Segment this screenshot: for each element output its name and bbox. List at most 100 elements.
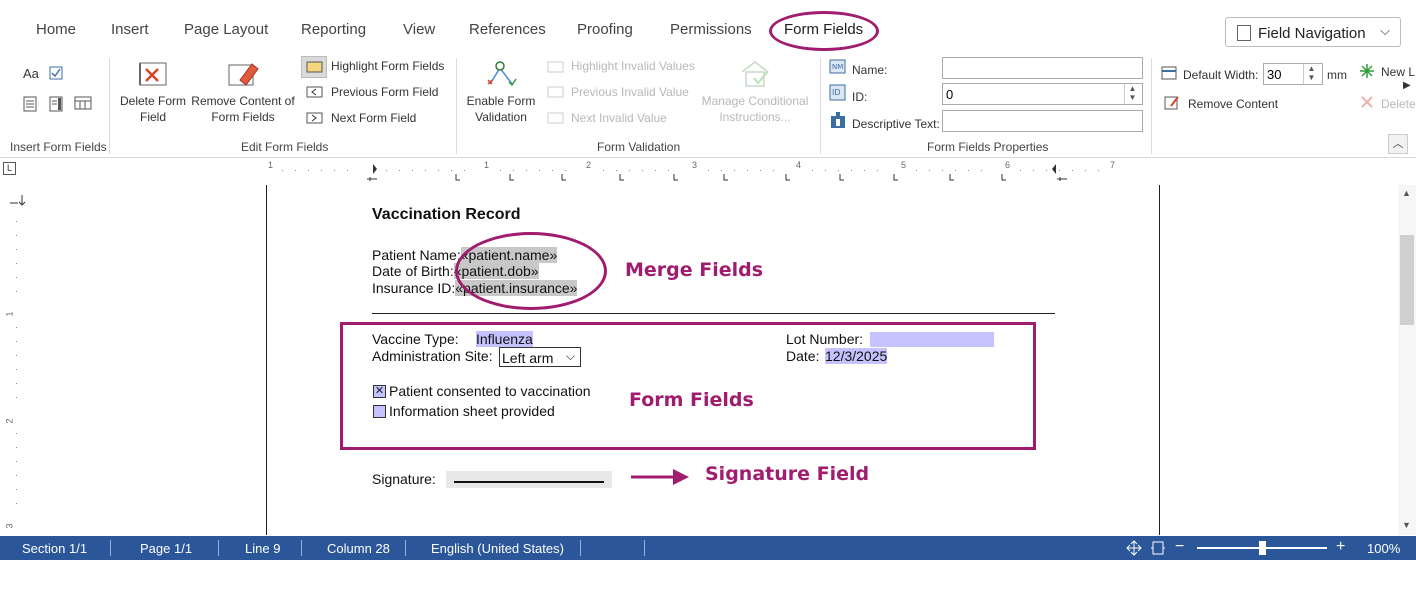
info-sheet-checkbox[interactable] <box>373 405 386 418</box>
date-form-field-icon[interactable] <box>74 96 92 110</box>
vruler-number: 2 <box>4 418 15 424</box>
scroll-down-icon[interactable]: ▼ <box>1402 520 1411 530</box>
status-bar: Section 1/1 Page 1/1 Line 9 Column 28 En… <box>0 536 1416 560</box>
remove-content-form-fields-button[interactable]: Remove Content of Form Fields <box>188 93 298 125</box>
new-label-button[interactable]: New L <box>1381 65 1415 79</box>
manage-conditional-label-1: Manage Conditional <box>701 94 809 108</box>
next-invalid-icon <box>547 112 564 124</box>
tab-home[interactable]: Home <box>36 21 76 38</box>
name-property-icon: NM <box>829 59 846 74</box>
descriptive-text-input[interactable] <box>942 110 1143 132</box>
signature-line <box>454 481 604 483</box>
page-left-edge <box>266 185 267 535</box>
default-width-spinner[interactable]: ▲ ▼ <box>1303 64 1319 84</box>
svg-text:NM: NM <box>832 63 843 71</box>
next-form-field-button[interactable]: Next Form Field <box>331 111 416 125</box>
remove-content-label-1: Remove Content of <box>191 94 295 108</box>
zoom-out-button[interactable]: − <box>1175 538 1184 556</box>
consent-label: Patient consented to vaccination <box>389 383 591 399</box>
previous-form-field-button[interactable]: Previous Form Field <box>331 85 438 99</box>
new-label-icon <box>1360 64 1374 78</box>
delete-form-field-icon <box>139 62 167 86</box>
fit-page-icon[interactable] <box>1150 540 1166 556</box>
descriptive-text-icon <box>831 112 845 128</box>
ribbon-separator <box>1151 58 1152 154</box>
next-invalid-value-button[interactable]: Next Invalid Value <box>571 111 667 125</box>
tab-permissions[interactable]: Permissions <box>670 21 752 38</box>
combobox-form-field-icon[interactable] <box>23 96 37 112</box>
merge-fields-highlight-oval <box>455 232 607 310</box>
tab-page-layout[interactable]: Page Layout <box>184 21 268 38</box>
remove-content-button[interactable]: Remove Content <box>1188 97 1278 111</box>
id-spinner[interactable]: ▲ ▼ <box>1124 84 1140 104</box>
enable-validation-label-1: Enable Form <box>466 94 536 108</box>
vaccine-type-field[interactable]: Influenza <box>476 331 533 347</box>
next-form-field-icon <box>306 112 323 124</box>
delete-form-field-label-1: Delete Form <box>119 94 187 108</box>
dropdown-form-field-icon[interactable] <box>49 96 63 112</box>
previous-form-field-icon <box>306 86 323 98</box>
enable-form-validation-button[interactable]: Enable Form Validation <box>463 93 539 125</box>
ribbon-scroll-right-icon[interactable]: ▶ <box>1403 80 1411 91</box>
zoom-in-button[interactable]: + <box>1336 538 1345 556</box>
administration-site-dropdown[interactable]: Left arm ⌵ <box>499 347 581 367</box>
tab-references[interactable]: References <box>469 21 546 38</box>
lot-number-label: Lot Number: <box>786 331 864 347</box>
tab-view[interactable]: View <box>403 21 435 38</box>
ribbon-separator <box>109 58 110 154</box>
form-fields-tab-highlight-oval <box>769 11 879 51</box>
previous-invalid-value-button[interactable]: Previous Invalid Value <box>571 85 689 99</box>
name-label: Name: <box>852 63 888 77</box>
patient-name-label: Patient Name: <box>372 247 461 263</box>
scrollbar-thumb[interactable] <box>1400 235 1414 325</box>
group-label-insert-form-fields: Insert Form Fields <box>10 140 107 154</box>
checkbox-form-field-icon[interactable] <box>49 66 63 80</box>
date-field[interactable]: 12/3/2025 <box>825 348 888 364</box>
field-navigation-label: Field Navigation <box>1258 25 1366 42</box>
highlight-form-fields-icon <box>306 61 323 73</box>
ribbon: Aa Insert Form Fields Delete Form Field … <box>0 54 1416 158</box>
field-navigation-button[interactable]: Field Navigation ⌵ <box>1225 17 1401 47</box>
descriptive-text-label: Descriptive Text: <box>852 117 940 131</box>
zoom-slider-thumb[interactable] <box>1259 541 1266 555</box>
status-section: Section 1/1 <box>22 541 88 556</box>
lot-number-field[interactable] <box>870 332 994 347</box>
text-form-field-button[interactable]: Aa <box>23 66 39 81</box>
status-divider <box>644 540 645 556</box>
scroll-up-icon[interactable]: ▲ <box>1402 188 1411 198</box>
status-divider <box>580 540 581 556</box>
administration-site-label: Administration Site: <box>372 348 493 364</box>
name-input[interactable] <box>942 57 1143 79</box>
tab-proofing[interactable]: Proofing <box>577 21 633 38</box>
default-width-label: Default Width: <box>1183 68 1259 82</box>
remove-content-small-icon <box>1164 96 1179 110</box>
date-label: Date: <box>786 348 820 364</box>
annotation-form-fields: Form Fields <box>629 389 754 411</box>
status-divider <box>405 540 406 556</box>
ribbon-separator <box>820 58 821 154</box>
highlight-invalid-icon <box>547 61 564 73</box>
delete-form-field-button[interactable]: Delete Form Field <box>118 93 188 125</box>
signature-field[interactable] <box>446 471 612 488</box>
default-width-icon <box>1161 66 1177 80</box>
delete-label-button[interactable]: Delete <box>1381 97 1416 111</box>
page-right-edge <box>1159 185 1160 535</box>
enable-validation-label-2: Validation <box>475 110 527 124</box>
move-view-icon[interactable] <box>1126 540 1142 556</box>
status-divider <box>301 540 302 556</box>
highlight-invalid-values-button[interactable]: Highlight Invalid Values <box>571 59 695 73</box>
zoom-level[interactable]: 100% <box>1367 541 1400 556</box>
manage-conditional-instructions-button[interactable]: Manage Conditional Instructions... <box>698 93 812 125</box>
tab-stop-selector[interactable]: L <box>3 162 16 175</box>
id-input[interactable] <box>942 83 1143 105</box>
id-property-icon: ID <box>829 84 846 101</box>
status-language[interactable]: English (United States) <box>431 541 564 556</box>
tab-insert[interactable]: Insert <box>111 21 149 38</box>
chevron-down-icon: ⌵ <box>565 349 575 363</box>
collapse-ribbon-button[interactable]: ︿ <box>1388 134 1408 154</box>
default-width-unit: mm <box>1327 68 1347 82</box>
highlight-form-fields-button[interactable]: Highlight Form Fields <box>331 59 444 73</box>
vertical-scrollbar[interactable]: ▲ ▼ <box>1398 185 1416 535</box>
tab-reporting[interactable]: Reporting <box>301 21 366 38</box>
consent-checkbox[interactable]: ✕ <box>373 385 386 398</box>
